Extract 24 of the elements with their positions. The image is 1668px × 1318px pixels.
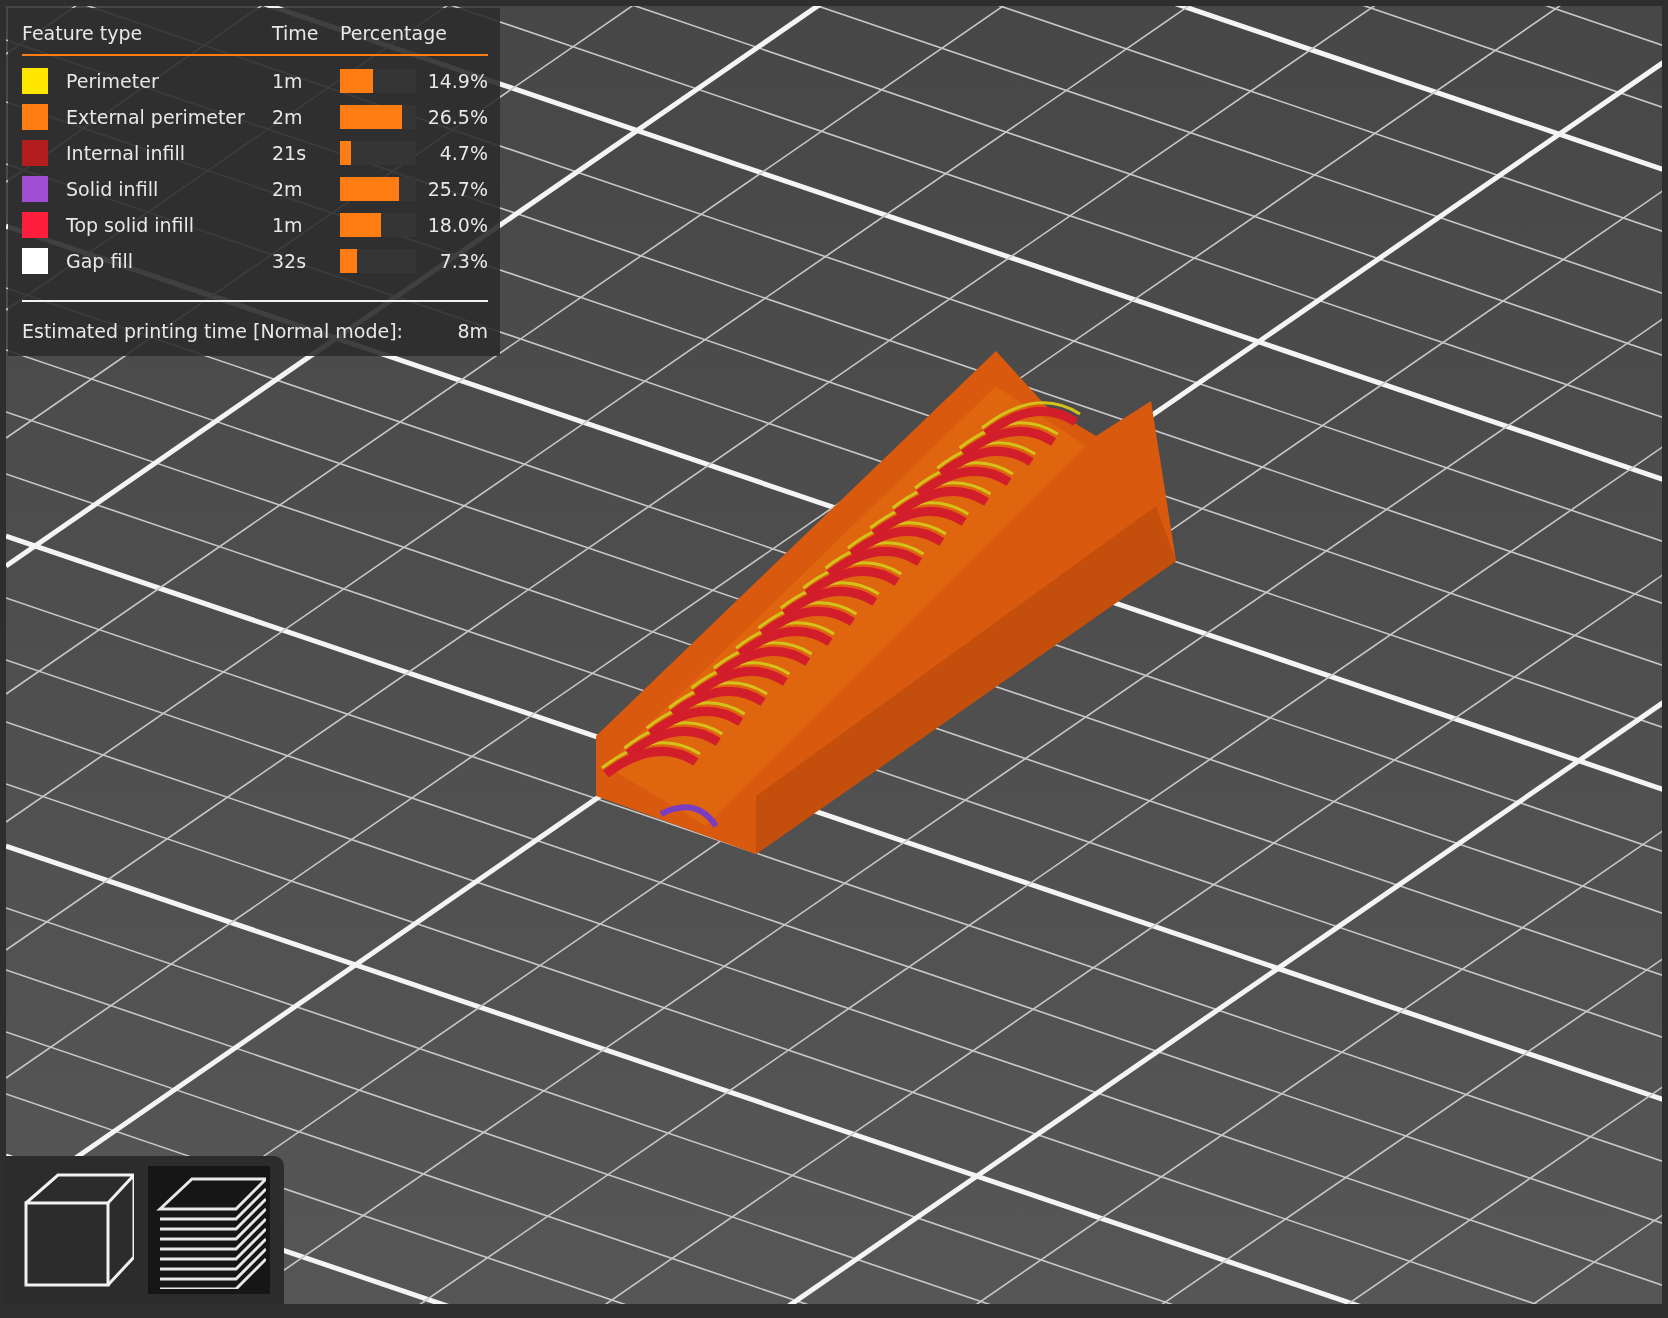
feature-percentage: 7.3% — [438, 250, 488, 272]
layers-view-button[interactable] — [148, 1166, 270, 1294]
feature-percentage: 26.5% — [426, 106, 488, 128]
feature-time: 32s — [272, 250, 308, 272]
feature-name: Perimeter — [66, 70, 160, 92]
feature-percentage: 4.7% — [438, 142, 488, 164]
feature-name: Gap fill — [66, 250, 134, 272]
column-header: Feature type — [22, 22, 144, 44]
feature-name: Solid infill — [66, 178, 160, 200]
total-time-value: 8m — [457, 320, 488, 342]
feature-percentage: 18.0% — [426, 214, 488, 236]
feature-percentage: 25.7% — [426, 178, 488, 200]
feature-time: 2m — [272, 106, 304, 128]
column-header: Percentage — [340, 22, 448, 44]
column-header: Time — [272, 22, 320, 44]
feature-time: 1m — [272, 70, 304, 92]
feature-name: Top solid infill — [66, 214, 196, 236]
feature-percentage: 14.9% — [426, 70, 488, 92]
feature-name: External perimeter — [66, 106, 246, 128]
feature-time: 2m — [272, 178, 304, 200]
feature-time: 1m — [272, 214, 304, 236]
total-time-label: Estimated printing time [Normal mode]: — [22, 320, 403, 342]
feature-time: 21s — [272, 142, 308, 164]
feature-name: Internal infill — [66, 142, 187, 164]
